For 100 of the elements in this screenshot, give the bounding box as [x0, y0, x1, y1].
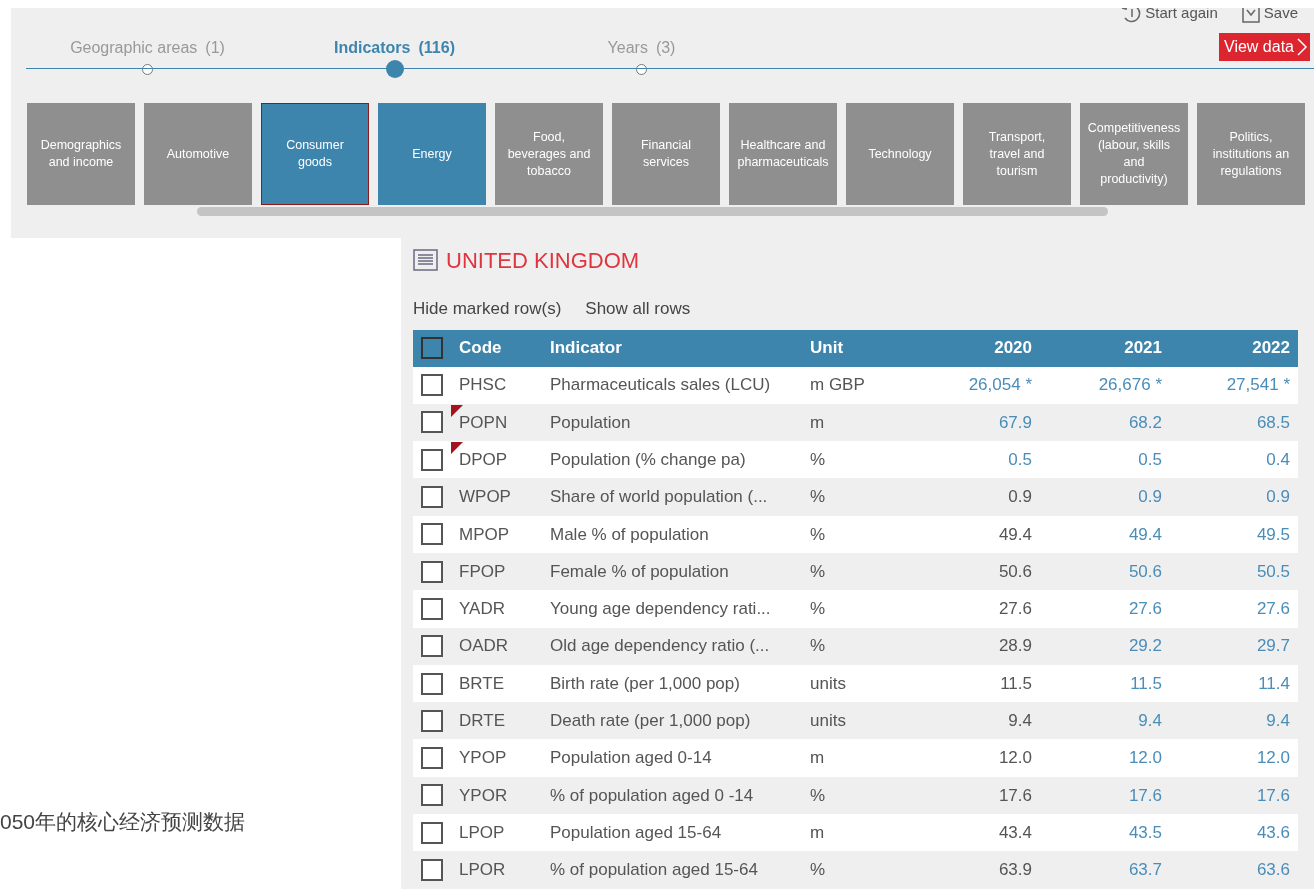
category-tile[interactable]: Consumer goods: [261, 103, 369, 205]
table-cell-text: %: [809, 859, 827, 882]
table-cell-text: Young age dependency rati...: [549, 598, 772, 621]
body-text: 050年的核心经济预测数据: [0, 809, 246, 835]
column-header: Code: [458, 337, 503, 360]
step-tab[interactable]: Indicators (116): [334, 36, 455, 58]
table-cell-text: Population aged 0-14: [549, 747, 713, 770]
table-cell[interactable]: 0.4: [1170, 447, 1298, 473]
table-cell[interactable]: 27,541 *: [1170, 372, 1298, 398]
table-cell-text: Male % of population: [549, 523, 710, 546]
checkbox[interactable]: [421, 747, 443, 770]
table-cell[interactable]: 26,054 *: [891, 372, 1040, 398]
table-cell-text: Old age dependency ratio (...: [549, 635, 771, 658]
save-link[interactable]: Save: [1241, 8, 1298, 25]
checkbox[interactable]: [421, 859, 443, 881]
table-cell[interactable]: 29.2: [1040, 633, 1170, 659]
checkbox[interactable]: [421, 560, 443, 583]
table-cell[interactable]: 11.4: [1170, 670, 1298, 697]
table-cell[interactable]: 63.6: [1170, 857, 1298, 883]
table-cell-text: PHSC: [458, 374, 508, 397]
table-cell-text: Population (% change pa): [549, 449, 747, 471]
table-cell[interactable]: 26,676 *: [1040, 372, 1170, 398]
table-cell-text: units: [809, 710, 847, 733]
action-link[interactable]: Hide marked row(s): [413, 296, 562, 322]
table-cell-text: DPOP: [458, 449, 509, 471]
table-cell[interactable]: 27.6: [1170, 596, 1298, 622]
table-cell-text: 50.6: [997, 560, 1033, 583]
table-cell[interactable]: 12.0: [1170, 745, 1298, 771]
table-cell-text: YPOP: [458, 747, 508, 770]
table-cell[interactable]: 68.2: [1040, 409, 1170, 436]
category-tile[interactable]: Competitiveness (labour, skills and productivity): [1080, 103, 1188, 205]
table-cell[interactable]: 49.4: [1040, 521, 1170, 548]
table-cell-text: MPOP: [458, 523, 511, 546]
category-tile[interactable]: Healthcare and pharmaceuticals: [729, 103, 837, 205]
category-tile[interactable]: Automotive: [144, 103, 252, 205]
scrollbar[interactable]: [197, 207, 1108, 216]
checkbox[interactable]: [421, 448, 443, 471]
step-tab[interactable]: Years (3): [607, 36, 676, 58]
checkbox[interactable]: [421, 709, 443, 732]
table-cell-text: % of population aged 15-64: [549, 859, 759, 882]
table-cell-text: m: [809, 747, 826, 770]
table-cell-text: LPOP: [458, 821, 506, 844]
table-cell-text: %: [809, 486, 827, 509]
table-cell[interactable]: 11.5: [1040, 670, 1170, 697]
table-cell[interactable]: 0.9: [1040, 484, 1170, 510]
table-cell[interactable]: 12.0: [1040, 745, 1170, 771]
category-tile[interactable]: Technology: [846, 103, 954, 205]
table-cell[interactable]: 17.6: [1040, 782, 1170, 809]
table-cell[interactable]: 49.5: [1170, 521, 1298, 548]
table-cell[interactable]: 43.5: [1040, 819, 1170, 846]
table-cell[interactable]: 27.6: [1040, 596, 1170, 622]
table-cell[interactable]: 68.5: [1170, 409, 1298, 436]
category-tile[interactable]: Demographics and income: [27, 103, 135, 205]
table-cell-text: Population aged 15-64: [549, 821, 723, 844]
table-cell[interactable]: 0.5: [891, 447, 1040, 473]
table-cell[interactable]: 9.4: [1170, 708, 1298, 734]
column-header: Indicator: [549, 337, 623, 360]
table-cell-text: %: [809, 523, 827, 546]
table-cell-text: 0.9: [1007, 486, 1033, 509]
country-title: UNITED KINGDOM: [446, 246, 640, 275]
table-cell[interactable]: 17.6: [1170, 782, 1298, 809]
view-data-button[interactable]: View data: [1219, 33, 1310, 61]
step-tab[interactable]: Geographic areas (1): [70, 36, 225, 58]
table-cell-text: Death rate (per 1,000 pop): [549, 710, 752, 733]
category-tile[interactable]: Energy: [378, 103, 486, 205]
checkbox[interactable]: [421, 523, 443, 546]
table-cell-text: YPOR: [458, 784, 509, 807]
table-cell-text: 27.6: [997, 598, 1033, 621]
refresh-icon: [1121, 8, 1142, 24]
table-cell-text: Share of world population (...: [549, 486, 769, 509]
table-cell[interactable]: 50.5: [1170, 558, 1298, 585]
category-tile[interactable]: Financial services: [612, 103, 720, 205]
checkbox[interactable]: [421, 784, 443, 807]
table-cell-text: 28.9: [997, 635, 1033, 658]
table-cell[interactable]: 63.7: [1040, 857, 1170, 883]
checkbox[interactable]: [421, 337, 443, 359]
checkbox[interactable]: [421, 635, 443, 658]
table-cell[interactable]: 29.7: [1170, 633, 1298, 659]
table-cell-text: % of population aged 0 -14: [549, 784, 755, 807]
table-cell[interactable]: 50.6: [1040, 558, 1170, 585]
checkbox[interactable]: [421, 821, 443, 844]
start-again-link[interactable]: Start again: [1121, 8, 1218, 25]
table-cell-text: Population: [549, 411, 632, 434]
table-cell[interactable]: 67.9: [891, 409, 1040, 436]
checkbox[interactable]: [421, 486, 443, 509]
table-cell[interactable]: 9.4: [1040, 708, 1170, 734]
table-cell[interactable]: 0.5: [1040, 447, 1170, 473]
table-cell[interactable]: 0.9: [1170, 484, 1298, 510]
category-tile[interactable]: Food, beverages and tobacco: [495, 103, 603, 205]
category-tile[interactable]: Transport, travel and tourism: [963, 103, 1071, 205]
checkbox[interactable]: [421, 411, 443, 434]
table-cell[interactable]: 43.6: [1170, 819, 1298, 846]
checkbox[interactable]: [421, 672, 443, 695]
category-tile[interactable]: Politics, institutions an regulations: [1197, 103, 1305, 205]
table-cell-text: POPN: [458, 411, 509, 434]
table-cell-text: OADR: [458, 635, 510, 658]
table-cell-text: 43.4: [997, 821, 1033, 844]
checkbox[interactable]: [421, 597, 443, 620]
checkbox[interactable]: [421, 374, 443, 397]
action-link[interactable]: Show all rows: [585, 296, 691, 322]
